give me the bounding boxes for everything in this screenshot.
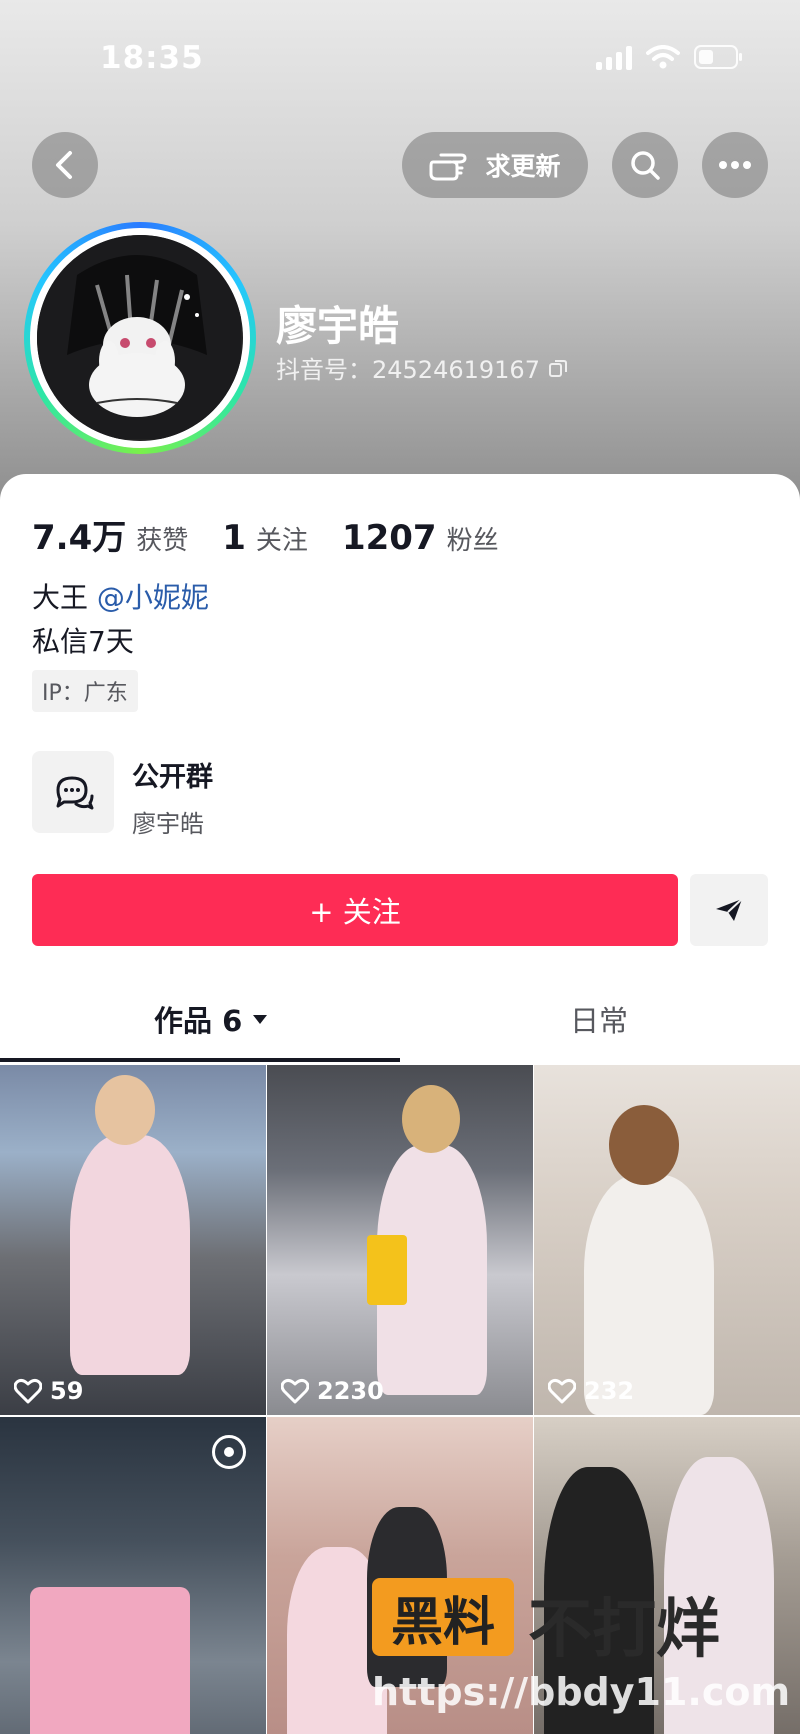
tab-daily-label: 日常 <box>570 1004 629 1038</box>
public-group-card[interactable]: 公开群 廖宇皓 <box>32 751 532 838</box>
request-update-button[interactable]: 求更新 <box>402 132 588 198</box>
video-subject <box>367 1507 447 1687</box>
video-thumbnail[interactable]: 232 <box>534 1065 800 1415</box>
profile-name: 廖宇皓 <box>276 302 399 350</box>
bio-mention-link[interactable]: @小妮妮 <box>97 581 209 614</box>
video-thumbnail[interactable] <box>267 1417 533 1734</box>
status-time: 18:35 <box>100 40 204 76</box>
status-icons <box>596 44 742 70</box>
share-button[interactable] <box>690 874 768 946</box>
bio-text: 大王 <box>32 581 97 614</box>
video-likes-count: 2230 <box>317 1377 384 1405</box>
more-button[interactable] <box>702 132 768 198</box>
send-icon <box>716 898 743 921</box>
video-thumbnail[interactable]: 59 <box>0 1065 266 1415</box>
tab-daily[interactable]: 日常 <box>570 998 628 1040</box>
live-icon <box>212 1435 246 1469</box>
followers-count: 1207 <box>341 518 437 558</box>
battery-icon <box>694 45 742 69</box>
stats-row: 7.4万 获赞 1 关注 1207 粉丝 <box>32 510 499 559</box>
video-grid: 59 2230 232 <box>0 1065 800 1734</box>
avatar[interactable] <box>24 222 256 454</box>
avatar-art <box>37 235 241 439</box>
group-chat-icon <box>32 751 114 833</box>
follow-button[interactable]: + 关注 <box>32 874 678 946</box>
video-thumbnail[interactable]: 2230 <box>267 1065 533 1415</box>
group-subtitle: 廖宇皓 <box>132 810 204 838</box>
profile-sheet: 7.4万 获赞 1 关注 1207 粉丝 大王 @小妮妮 私信7天 IP：广东 … <box>0 474 800 1734</box>
more-icon <box>719 161 751 169</box>
video-subject <box>70 1135 190 1375</box>
luggage <box>30 1587 190 1734</box>
video-likes-count: 59 <box>50 1377 84 1405</box>
video-likes: 59 <box>14 1377 83 1405</box>
stat-likes: 7.4万 获赞 <box>32 510 188 559</box>
status-bar: 18:35 <box>0 0 800 120</box>
bio-line-2: 私信7天 <box>32 625 134 658</box>
video-likes-count: 232 <box>584 1377 635 1405</box>
group-text: 公开群 廖宇皓 <box>132 751 213 838</box>
follow-button-label: + 关注 <box>309 895 401 929</box>
douyin-id-text: 抖音号：24524619167 <box>276 356 540 384</box>
content-tabs: 作品 6 日常 <box>0 988 800 1058</box>
pointing-hand-icon <box>429 153 467 181</box>
group-title: 公开群 <box>132 762 213 793</box>
following-count: 1 <box>222 518 246 558</box>
video-likes: 232 <box>548 1377 634 1405</box>
bio-line-1: 大王 @小妮妮 <box>32 576 209 616</box>
profile-header: 18:35 求更新 廖宇皓 抖音号：24524619167 <box>0 0 800 500</box>
back-button[interactable] <box>32 132 98 198</box>
heart-icon <box>14 1378 42 1404</box>
video-subject-head <box>95 1075 155 1145</box>
chevron-left-icon <box>56 151 72 179</box>
video-thumbnail[interactable] <box>534 1417 800 1734</box>
caret-down-icon <box>253 1015 268 1024</box>
video-subject <box>664 1457 774 1734</box>
douyin-id: 抖音号：24524619167 <box>276 350 568 385</box>
heart-icon <box>548 1378 576 1404</box>
stat-following[interactable]: 1 关注 <box>222 518 308 558</box>
signal-icon <box>596 44 632 70</box>
likes-count: 7.4万 <box>32 518 127 558</box>
video-subject <box>544 1467 654 1734</box>
tab-indicator <box>0 1058 400 1062</box>
following-label: 关注 <box>255 526 308 556</box>
copy-icon[interactable] <box>548 358 568 378</box>
search-button[interactable] <box>612 132 678 198</box>
video-subject-head <box>609 1105 679 1185</box>
video-subject-head <box>402 1085 460 1153</box>
stat-followers[interactable]: 1207 粉丝 <box>342 518 499 558</box>
tab-works-label: 作品 6 <box>154 1004 243 1038</box>
likes-label: 获赞 <box>136 526 189 556</box>
video-thumbnail[interactable] <box>0 1417 266 1734</box>
video-likes: 2230 <box>281 1377 384 1405</box>
followers-label: 粉丝 <box>446 526 499 556</box>
search-icon <box>631 151 660 180</box>
avatar-image <box>37 235 243 441</box>
request-update-label: 求更新 <box>485 152 561 181</box>
wet-floor-sign <box>367 1235 407 1305</box>
heart-icon <box>281 1378 309 1404</box>
wifi-icon <box>646 45 680 69</box>
tab-works[interactable]: 作品 6 <box>154 998 268 1040</box>
ip-location-tag: IP：广东 <box>32 670 138 712</box>
